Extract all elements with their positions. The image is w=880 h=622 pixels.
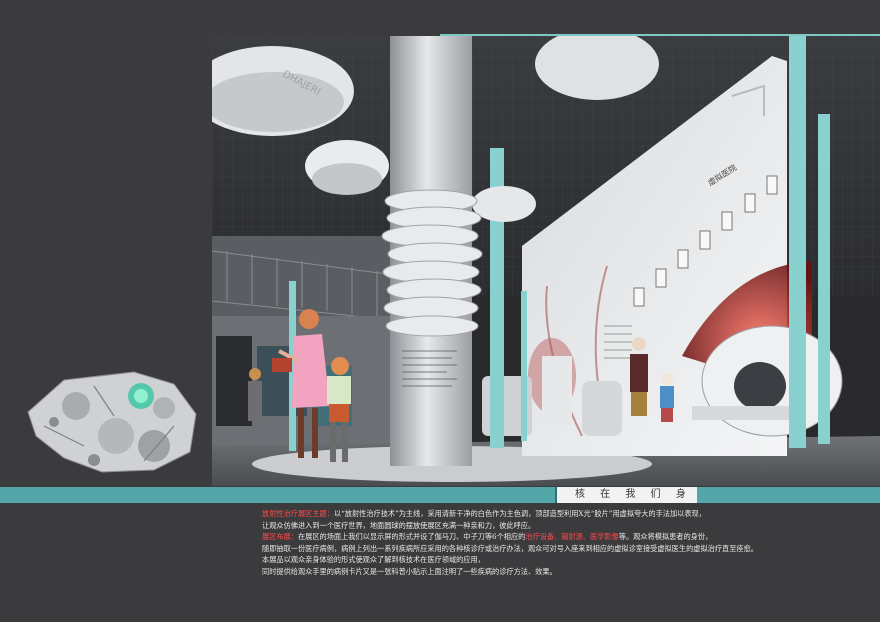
section-band [0, 487, 880, 503]
section-title: 核 在 我 们 身 边 [555, 487, 697, 503]
paragraph-2-text: 让观众仿佛进入到一个医疗世界，地面圆球的摆放使展区充满一种亲和力，彼此呼应。 [262, 520, 536, 530]
exhibition-render: DHAJERI 虚拟医院 [212, 36, 880, 486]
paragraph-4-text: 随即抽取一份医疗病例，病例上列出一系列疾病所应采用的各种核诊疗或治疗办法，观众可… [262, 543, 758, 553]
paragraph-3: 展区布展：在展区的场面上我们以显示屏的形式并设了伽马刀、中子刀等6个相应的治疗设… [262, 531, 862, 543]
render-scene: DHAJERI 虚拟医院 [212, 36, 880, 486]
paragraph-3-lead: 展区布展： [262, 532, 298, 542]
paragraph-3-text: 在展区的场面上我们以显示屏的形式并设了伽马刀、中子刀等6个相应的 [297, 532, 526, 542]
paragraph-4: 随即抽取一份医疗病例，病例上列出一系列疾病所应采用的各种核诊疗或治疗办法，观众可… [262, 543, 862, 555]
paragraph-6-text: 同时提供给观众手里的病例卡片又是一张科普小贴示上面注明了一些疾病的诊疗方法、效果… [262, 566, 557, 576]
floor-plan-graphic [27, 371, 197, 473]
paragraph-5-text: 本展品以观众亲身体验的形式使观众了解到核技术在医疗领域的应用， [262, 555, 485, 565]
paragraph-3-highlight: 治疗设备、辐射源、医学影像 [525, 532, 619, 542]
paragraph-3-tail: 等。观众将模拟患者的身份， [618, 532, 713, 542]
floor-plan-thumbnail [24, 366, 204, 478]
paragraph-2: 让观众仿佛进入到一个医疗世界，地面圆球的摆放使展区充满一种亲和力，彼此呼应。 [262, 520, 862, 532]
paragraph-6: 同时提供给观众手里的病例卡片又是一张科普小贴示上面注明了一些疾病的诊疗方法、效果… [262, 566, 862, 578]
paragraph-5: 本展品以观众亲身体验的形式使观众了解到核技术在医疗领域的应用， [262, 554, 862, 566]
paragraph-1-lead: 放射性治疗展区主题： [262, 509, 334, 518]
paragraph-1: 放射性治疗展区主题：以“放射性治疗技术”为主线，采用清新干净的白色作为主色调，顶… [262, 508, 862, 520]
paragraph-1-text: 以“放射性治疗技术”为主线，采用清新干净的白色作为主色调，顶部造型利用X光“胶片… [333, 509, 706, 518]
description: 放射性治疗展区主题：以“放射性治疗技术”为主线，采用清新干净的白色作为主色调，顶… [262, 508, 862, 578]
visitor-background [248, 368, 262, 421]
